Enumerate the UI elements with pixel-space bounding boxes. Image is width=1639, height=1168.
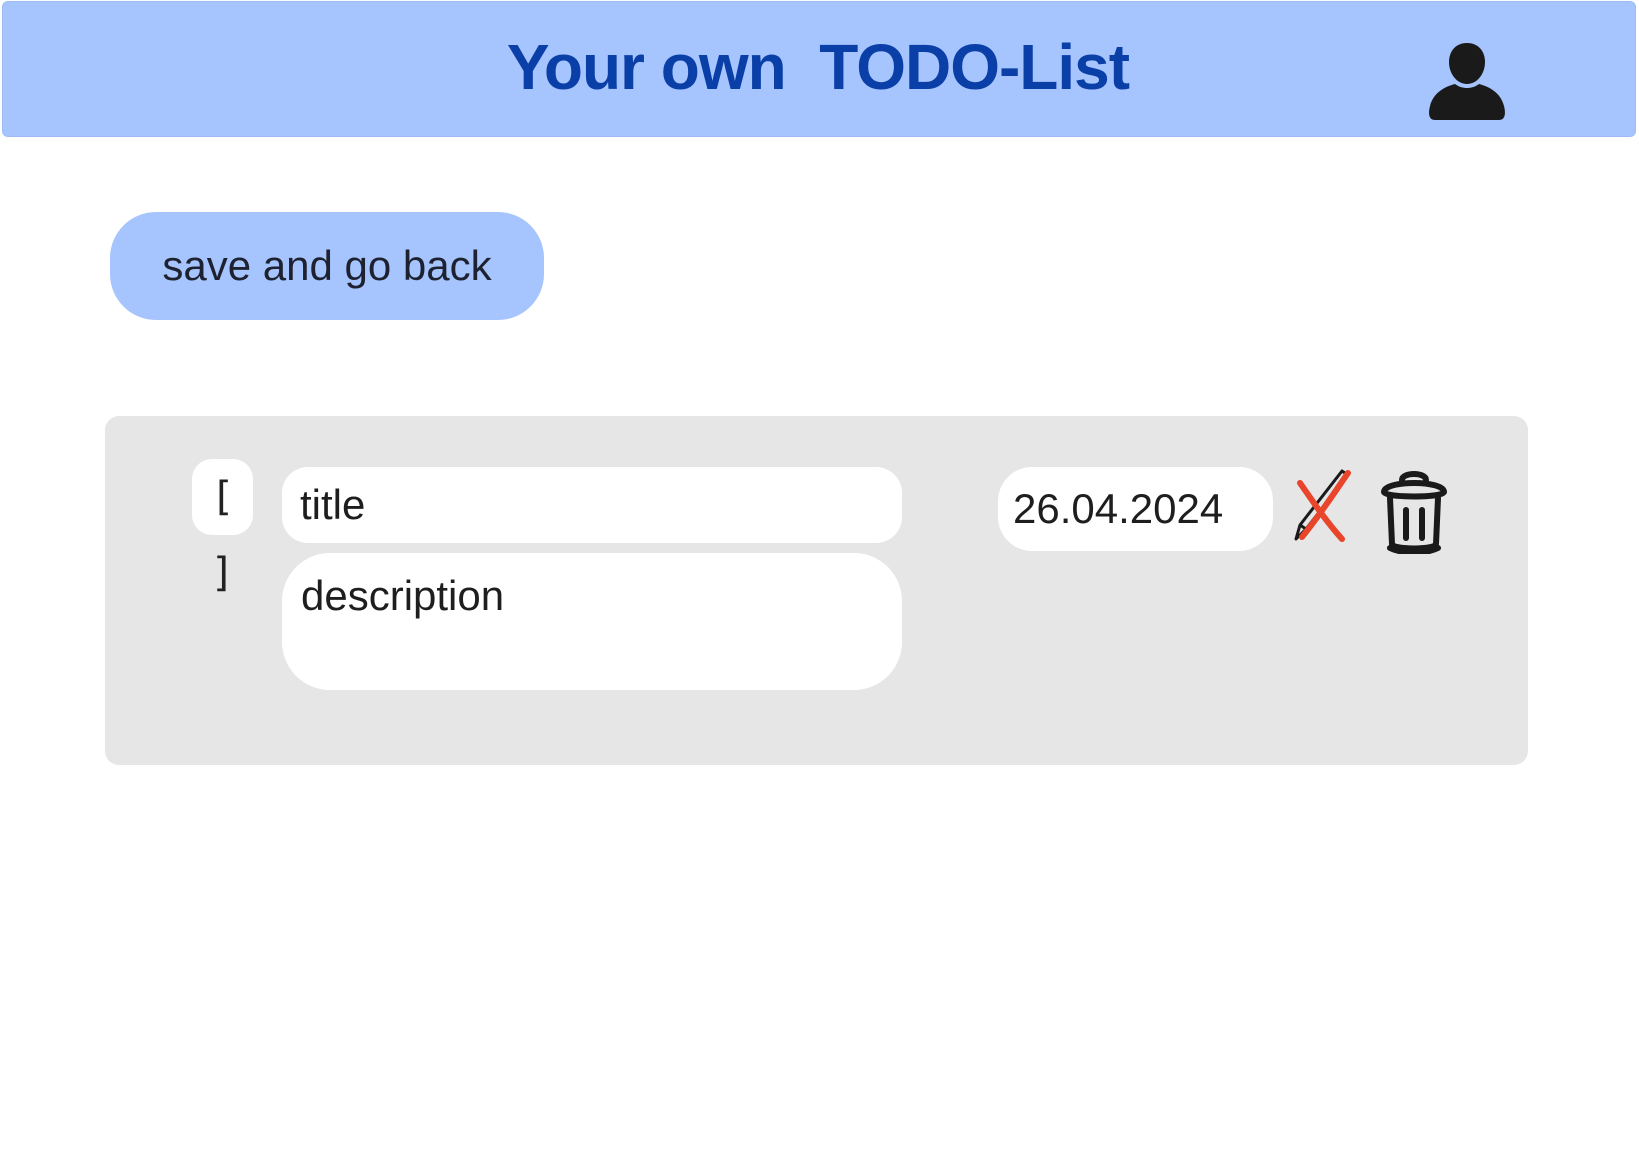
user-icon[interactable]: [1427, 40, 1507, 122]
save-and-go-back-button[interactable]: save and go back: [110, 212, 544, 320]
app-header: Your own TODO-List: [2, 1, 1636, 137]
todo-page: Your own TODO-List save and go back [ ] …: [0, 0, 1639, 1168]
page-title: Your own TODO-List: [506, 31, 1130, 103]
trash-icon[interactable]: [1378, 468, 1450, 554]
description-input[interactable]: description: [282, 553, 902, 690]
edit-crossed-icon[interactable]: [1290, 467, 1354, 543]
title-input[interactable]: title: [282, 467, 902, 543]
todo-item-card: [ ] title description 26.04.2024: [105, 416, 1528, 765]
done-checkbox[interactable]: [ ]: [192, 459, 253, 596]
due-date-field[interactable]: 26.04.2024: [998, 467, 1273, 551]
